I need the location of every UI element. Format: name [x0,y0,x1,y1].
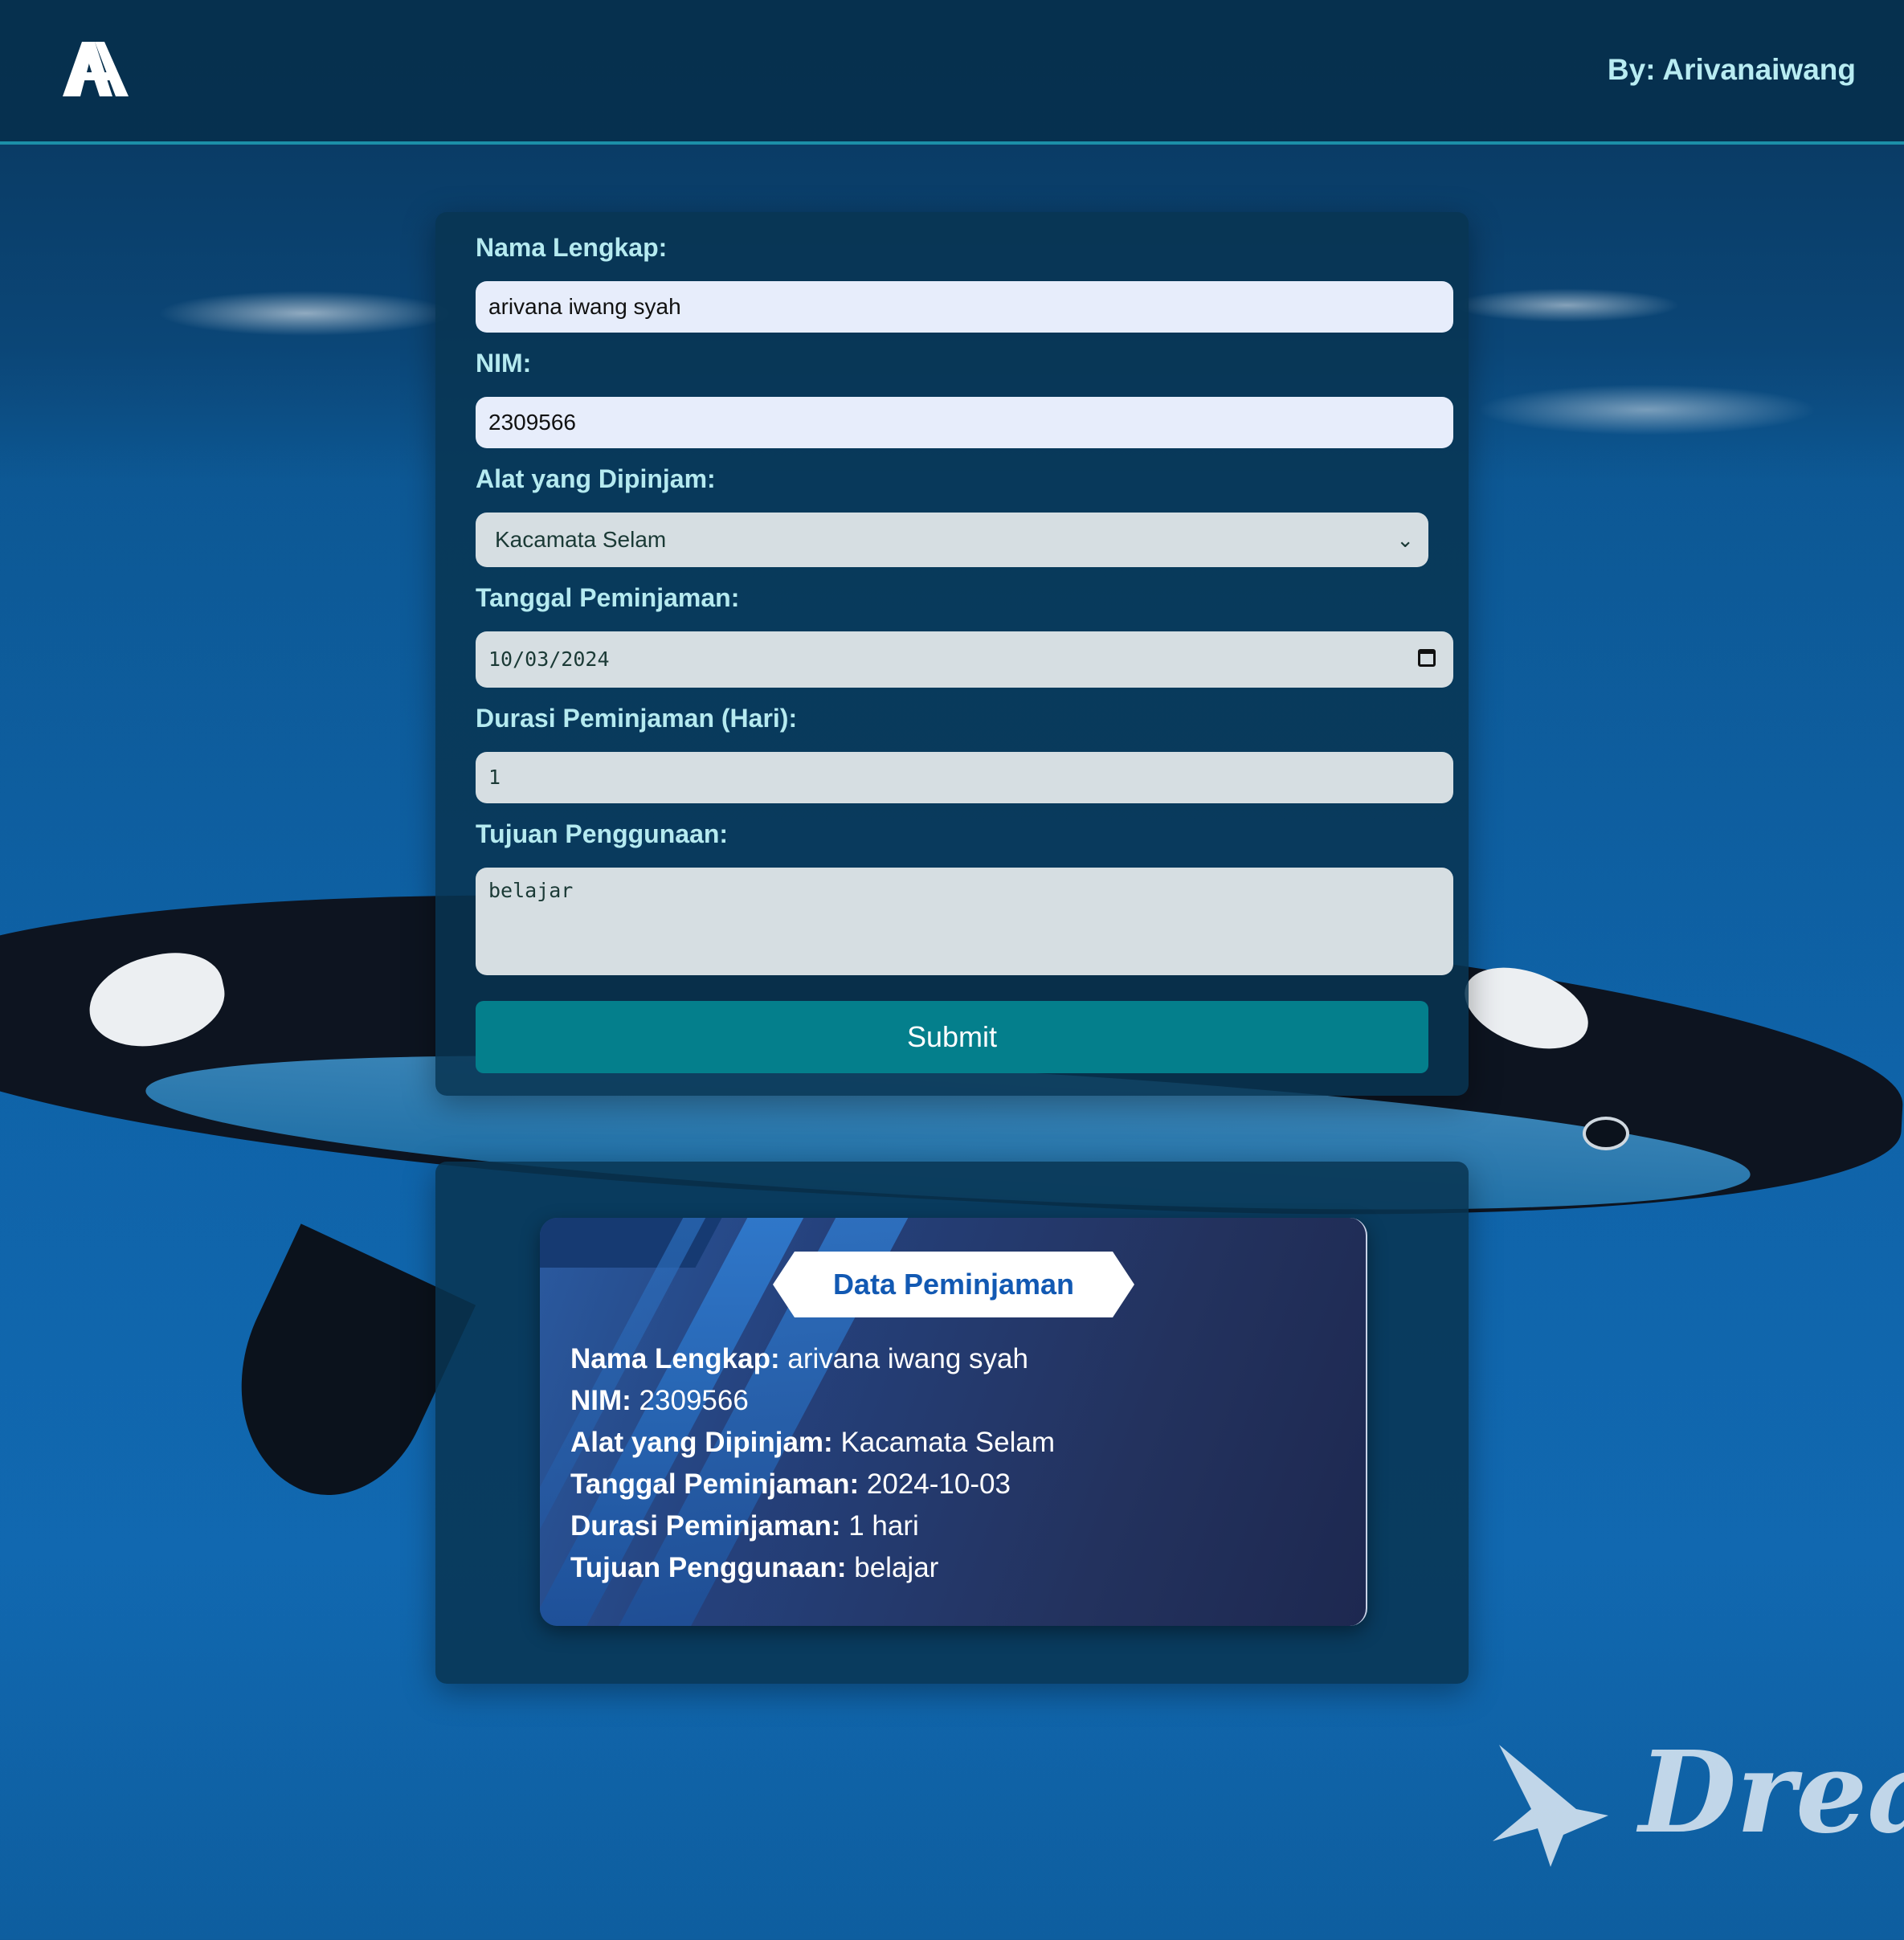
loan-form: Nama Lengkap: arivana iwang syah NIM: 23… [435,212,1469,1096]
row-value: 1 hari [848,1510,919,1542]
data-peminjaman-card: Data Peminjaman Nama Lengkap: arivana iw… [540,1218,1367,1626]
tujuan-textarea[interactable]: belajar [476,868,1453,975]
author-byline: By: Arivanaiwang [1607,53,1856,86]
chevron-down-icon[interactable]: ⌄ [1396,513,1414,567]
nama-label: Nama Lengkap: [476,233,668,262]
result-panel: Data Peminjaman Nama Lengkap: arivana iw… [435,1162,1469,1684]
row-label: Tujuan Penggunaan: [570,1552,847,1583]
aa-logo-icon[interactable] [63,42,129,96]
row-value: arivana iwang syah [787,1343,1028,1374]
orca-eye [1583,1117,1629,1150]
tanggal-input[interactable]: 10/03/2024 [476,631,1453,688]
result-row: Tujuan Penggunaan: belajar [570,1547,1055,1589]
tanggal-value: 10/03/2024 [488,647,610,671]
row-value: 2309566 [639,1385,749,1416]
nama-input[interactable]: arivana iwang syah [476,281,1453,333]
row-value: 2024-10-03 [866,1468,1011,1500]
submit-button[interactable]: Submit [476,1001,1428,1073]
orca-fin [198,1223,476,1524]
row-label: NIM: [570,1385,631,1416]
result-row: Durasi Peminjaman: 1 hari [570,1505,1055,1547]
watermark-star-icon [1493,1744,1608,1867]
watermark: Drea [1486,1727,1904,1888]
top-header: By: Arivanaiwang [0,0,1904,145]
alat-selected-value: Kacamata Selam [495,527,667,552]
nim-input[interactable]: 2309566 [476,397,1453,448]
row-label: Tanggal Peminjaman: [570,1468,860,1500]
durasi-input[interactable]: 1 [476,752,1453,803]
durasi-label: Durasi Peminjaman (Hari): [476,704,798,733]
calendar-icon[interactable] [1418,649,1436,667]
watermark-text: Drea [1639,1727,1904,1859]
result-row: Alat yang Dipinjam: Kacamata Selam [570,1422,1055,1464]
row-label: Durasi Peminjaman: [570,1510,841,1542]
row-label: Nama Lengkap: [570,1343,780,1374]
result-row: Nama Lengkap: arivana iwang syah [570,1338,1055,1380]
nim-label: NIM: [476,349,532,378]
data-peminjaman-title: Data Peminjaman [773,1252,1134,1317]
result-row: NIM: 2309566 [570,1380,1055,1422]
result-rows: Nama Lengkap: arivana iwang syah NIM: 23… [570,1338,1055,1589]
tujuan-label: Tujuan Penggunaan: [476,819,729,848]
row-label: Alat yang Dipinjam: [570,1427,833,1458]
result-row: Tanggal Peminjaman: 2024-10-03 [570,1464,1055,1505]
row-value: Kacamata Selam [840,1427,1055,1458]
row-value: belajar [854,1552,939,1583]
alat-select[interactable]: Kacamata Selam ⌄ [476,513,1428,567]
alat-label: Alat yang Dipinjam: [476,464,716,493]
tanggal-label: Tanggal Peminjaman: [476,583,740,612]
